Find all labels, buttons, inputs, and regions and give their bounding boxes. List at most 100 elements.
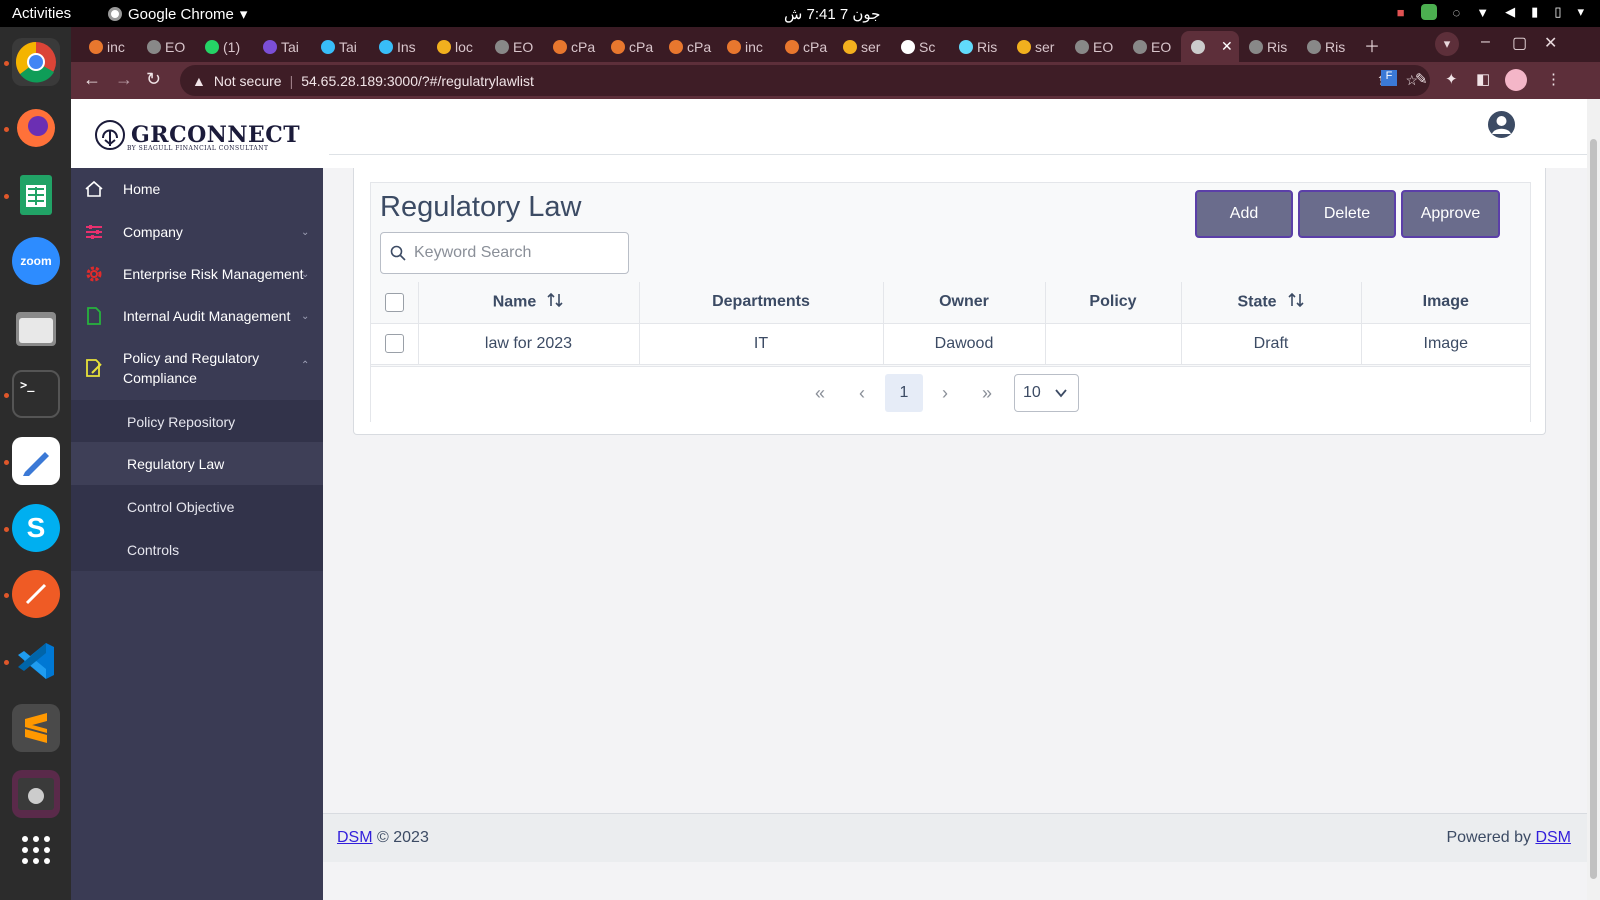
scrollbar-thumb[interactable] [1590,139,1597,879]
browser-tab[interactable]: inc [79,31,133,62]
first-page-button[interactable]: « [801,374,839,412]
web-page: GRCONNECT BY SEAGULL FINANCIAL CONSULTAN… [71,99,1587,900]
sidebar-subitem-regulatory-law[interactable]: Regulatory Law [71,442,323,485]
delete-button[interactable]: Delete [1298,190,1396,238]
rows-per-page-select[interactable]: 10 [1014,374,1079,412]
sidebar-item-home[interactable]: Home [71,178,323,200]
sidebar-item-company[interactable]: Company ⌄ [71,221,323,243]
sidebar-subitem-controls[interactable]: Controls [71,528,323,571]
reload-icon[interactable]: ↻ [146,69,161,90]
sort-icon[interactable] [1287,291,1305,314]
forward-icon[interactable]: → [115,69,133,90]
row-checkbox[interactable] [384,334,404,353]
firefox-dock-icon[interactable] [12,104,60,152]
browser-tab[interactable]: Ris [1239,31,1293,62]
tab-title: Ris [977,38,998,55]
column-header-departments: Departments [639,282,884,324]
app-menu[interactable]: Google Chrome ▾ [108,5,247,23]
tab-favicon-icon [89,39,103,54]
grconnect-logo[interactable]: GRCONNECT BY SEAGULL FINANCIAL CONSULTAN… [93,118,300,152]
browser-tab[interactable]: (1) [195,31,249,62]
browser-tab[interactable]: cPa [659,31,713,62]
browser-tab[interactable]: Ris [1297,31,1351,62]
page-scrollbar[interactable] [1587,99,1600,900]
tab-title: loc [455,38,473,55]
cell-name[interactable]: law for 2023 [418,323,640,365]
profile-avatar-icon[interactable] [1505,69,1527,91]
postman-dock-icon[interactable] [12,570,60,618]
footer-powered-dsm-link[interactable]: DSM [1535,829,1571,846]
add-button[interactable]: Add [1195,190,1293,238]
tab-search-button[interactable]: ▾ [1435,32,1459,56]
browser-tab[interactable]: cPa [601,31,655,62]
activities-button[interactable]: Activities [12,5,71,22]
browser-tab[interactable]: Tai [253,31,307,62]
text-editor-dock-icon[interactable] [12,437,60,485]
browser-tab[interactable]: EO [1065,31,1119,62]
browser-tab[interactable]: loc [427,31,481,62]
page-footer: DSM © 2023 Powered by DSM [323,813,1587,862]
close-window-button[interactable]: ✕ [1544,33,1557,53]
column-header-name[interactable]: Name [418,282,640,324]
keyword-search-box[interactable] [380,232,629,274]
tab-favicon-icon [495,39,509,54]
sort-icon[interactable] [546,291,564,314]
current-page-button[interactable]: 1 [885,374,923,412]
browser-tab[interactable]: inc [717,31,771,62]
close-tab-icon[interactable]: ✕ [1221,38,1233,55]
files-dock-icon[interactable] [12,304,60,352]
browser-tab[interactable]: Tai [311,31,365,62]
next-page-button[interactable]: › [926,374,964,412]
sidebar-item-internal-audit-management[interactable]: Internal Audit Management ⌄ [71,305,323,327]
sidebar-subitem-policy-repository[interactable]: Policy Repository [71,400,323,443]
column-header-state[interactable]: State [1181,282,1362,324]
clock[interactable]: جون 7 7:41 ش [784,5,880,23]
sublime-dock-icon[interactable] [12,704,60,752]
side-panel-icon[interactable]: ◧ [1476,70,1490,88]
sidebar-subitem-control-objective[interactable]: Control Objective [71,485,323,528]
browser-tab[interactable]: Ris [949,31,1003,62]
user-profile-icon[interactable] [1488,111,1515,138]
sidebar-item-enterprise-risk-management[interactable]: Enterprise Risk Management ⌄ [71,263,323,285]
eyedropper-extension-icon[interactable]: ✎ [1415,70,1428,88]
video-dock-icon[interactable] [12,770,60,818]
browser-tab[interactable]: EO [485,31,539,62]
search-input[interactable] [414,233,624,273]
translate-extension-icon[interactable]: F [1381,70,1397,86]
minimize-button[interactable]: – [1481,33,1490,51]
zoom-dock-icon[interactable]: zoom [12,237,60,285]
footer-dsm-link[interactable]: DSM [337,829,373,846]
browser-tab[interactable]: EO [1123,31,1177,62]
browser-tab[interactable]: cPa [775,31,829,62]
terminal-dock-icon[interactable]: >_ [12,370,60,418]
url-text: 54.65.28.189:3000/?#/regulatrylawlist [301,72,534,89]
new-tab-button[interactable]: ＋ [1364,33,1380,57]
browser-tab[interactable]: EO [137,31,191,62]
previous-page-button[interactable]: ‹ [843,374,881,412]
browser-tab[interactable]: ser [1007,31,1061,62]
chrome-dock-icon[interactable] [12,38,60,86]
vscode-dock-icon[interactable] [12,637,60,685]
browser-tab[interactable]: ✕ [1181,31,1239,62]
sidebar-item-policy-regulatory-compliance[interactable]: Policy and Regulatory Compliance ⌃ [71,346,323,390]
select-all-checkbox[interactable] [384,292,404,312]
battery-icon: ▯ [1554,4,1562,19]
skype-dock-icon[interactable]: S [12,504,60,552]
table-row[interactable]: law for 2023 IT Dawood Draft Image [371,323,1530,365]
pagination: « ‹ 1 › » 10 [371,366,1530,422]
approve-button[interactable]: Approve [1401,190,1500,238]
extensions-puzzle-icon[interactable]: ✦ [1445,70,1458,88]
back-icon[interactable]: ← [83,69,101,90]
browser-tab[interactable]: ser [833,31,887,62]
app-grid-icon[interactable] [12,826,60,874]
maximize-button[interactable]: ▢ [1512,33,1527,53]
chrome-menu-icon[interactable]: ⋮ [1546,70,1561,88]
spreadsheet-dock-icon[interactable] [12,171,60,219]
browser-tab[interactable]: Sc [891,31,945,62]
last-page-button[interactable]: » [968,374,1006,412]
tab-title: cPa [629,38,654,55]
browser-tab[interactable]: cPa [543,31,597,62]
system-tray[interactable]: ■ ◌ ▼ ◀ ▮ ▯ ▾ [1397,4,1584,20]
browser-tab[interactable]: Ins [369,31,423,62]
address-bar[interactable]: ▲ Not secure | 54.65.28.189:3000/?#/regu… [180,65,1430,96]
